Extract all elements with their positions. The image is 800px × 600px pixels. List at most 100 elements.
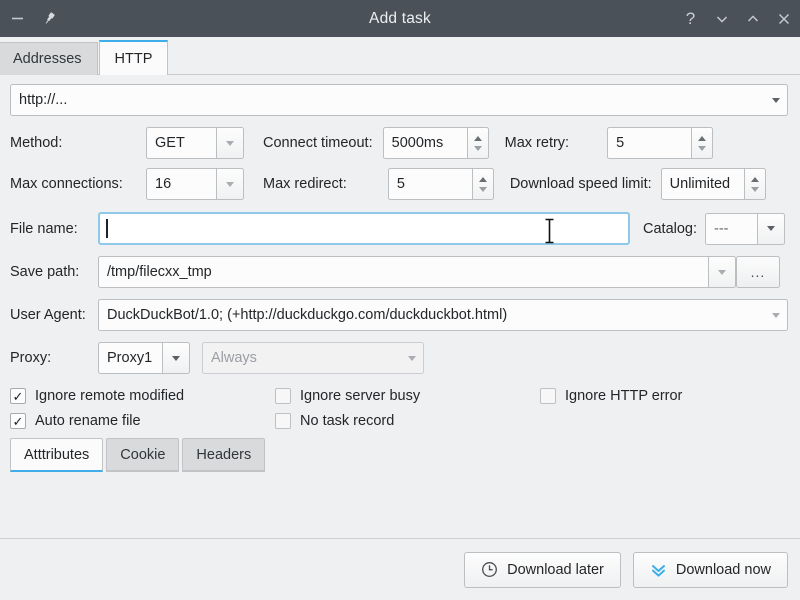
save-path-browse-button[interactable]: ... — [736, 256, 780, 288]
chevron-down-icon[interactable] — [706, 4, 737, 34]
subtab-attributes-label: Atttributes — [24, 447, 89, 463]
method-label: Method: — [10, 135, 146, 151]
help-glyph: ? — [686, 10, 695, 27]
checkbox-label: Ignore HTTP error — [565, 388, 682, 404]
download-speed-limit-spin-buttons[interactable] — [744, 168, 766, 200]
max-retry-spinbox[interactable]: 5 — [607, 127, 713, 159]
max-redirect-spin-buttons[interactable] — [472, 168, 494, 200]
method-value: GET — [146, 127, 216, 159]
titlebar: Add task ? — [0, 0, 800, 37]
max-retry-value[interactable]: 5 — [607, 127, 691, 159]
max-redirect-value[interactable]: 5 — [388, 168, 472, 200]
user-agent-label: User Agent: — [10, 307, 98, 323]
tab-strip: Addresses HTTP — [0, 37, 800, 75]
checkbox-no-task-record[interactable]: No task record — [275, 413, 540, 429]
file-name-label: File name: — [10, 221, 98, 237]
proxy-mode-combobox[interactable]: Always — [202, 342, 426, 374]
proxy-dropdown-arrow[interactable] — [162, 342, 190, 374]
subtab-headers[interactable]: Headers — [182, 438, 265, 472]
proxy-mode-value: Always — [202, 342, 424, 374]
save-path-dropdown-arrow[interactable] — [708, 256, 736, 288]
download-speed-limit-label: Download speed limit: — [510, 176, 652, 192]
catalog-combobox[interactable]: --- — [705, 213, 785, 245]
checkbox-box[interactable] — [540, 388, 556, 404]
download-later-label: Download later — [507, 562, 604, 578]
catalog-value: --- — [705, 213, 757, 245]
catalog-dropdown-arrow[interactable] — [757, 213, 785, 245]
url-dropdown-arrow[interactable] — [762, 84, 790, 116]
max-retry-spin-buttons[interactable] — [691, 127, 713, 159]
tab-addresses-label: Addresses — [13, 51, 82, 67]
add-task-dialog: Add task ? Addresses HTTP — [0, 0, 800, 600]
pin-icon[interactable] — [34, 4, 64, 34]
connect-timeout-spin-buttons[interactable] — [467, 127, 489, 159]
minimize-dash-icon[interactable] — [2, 4, 32, 34]
proxy-row: Proxy: Proxy1 Always — [10, 342, 790, 374]
max-connections-dropdown-arrow[interactable] — [216, 168, 244, 200]
max-redirect-label: Max redirect: — [263, 176, 347, 192]
tab-http[interactable]: HTTP — [99, 40, 169, 75]
method-dropdown-arrow[interactable] — [216, 127, 244, 159]
checkbox-auto-rename-file[interactable]: ✓ Auto rename file — [10, 413, 275, 429]
download-speed-limit-value[interactable]: Unlimited — [661, 168, 744, 200]
sub-tab-strip: Atttributes Cookie Headers — [10, 438, 790, 472]
catalog-label: Catalog: — [643, 221, 697, 237]
download-speed-limit-spinbox[interactable]: Unlimited — [661, 168, 766, 200]
max-redirect-spinbox[interactable]: 5 — [388, 168, 494, 200]
connect-timeout-label: Connect timeout: — [263, 135, 373, 151]
save-path-row: Save path: /tmp/filecxx_tmp ... — [10, 256, 790, 288]
checkbox-box[interactable]: ✓ — [10, 388, 26, 404]
save-path-label: Save path: — [10, 264, 98, 280]
user-agent-combobox[interactable]: DuckDuckBot/1.0; (+http://duckduckgo.com… — [98, 299, 790, 331]
subtab-attributes[interactable]: Atttributes — [10, 438, 103, 472]
save-path-value[interactable]: /tmp/filecxx_tmp — [98, 256, 708, 288]
checkbox-row-2: ✓ Auto rename file No task record — [10, 413, 790, 429]
url-input[interactable]: http://... — [10, 84, 788, 116]
checkbox-ignore-http-error[interactable]: Ignore HTTP error — [540, 388, 682, 404]
help-icon[interactable]: ? — [675, 4, 706, 34]
url-row: http://... — [10, 84, 790, 116]
max-connections-row: Max connections: 16 Max redirect: 5 Down… — [10, 168, 790, 200]
dialog-footer: Download later Download now — [0, 538, 800, 600]
file-name-row: File name: Catalog: --- — [10, 212, 790, 245]
subtab-cookie[interactable]: Cookie — [106, 438, 179, 472]
download-later-button[interactable]: Download later — [464, 552, 621, 588]
proxy-value: Proxy1 — [98, 342, 162, 374]
max-retry-label: Max retry: — [505, 135, 569, 151]
checkbox-box[interactable] — [275, 413, 291, 429]
chevron-up-icon[interactable] — [737, 4, 768, 34]
checkbox-box[interactable] — [275, 388, 291, 404]
connect-timeout-value[interactable]: 5000ms — [383, 127, 467, 159]
proxy-combobox[interactable]: Proxy1 — [98, 342, 190, 374]
proxy-mode-dropdown-arrow[interactable] — [398, 342, 426, 374]
user-agent-value[interactable]: DuckDuckBot/1.0; (+http://duckduckgo.com… — [98, 299, 788, 331]
proxy-label: Proxy: — [10, 350, 98, 366]
checkbox-label: Auto rename file — [35, 413, 141, 429]
checkbox-row-1: ✓ Ignore remote modified Ignore server b… — [10, 388, 790, 404]
checkbox-label: No task record — [300, 413, 394, 429]
file-name-input[interactable] — [98, 212, 630, 245]
method-row: Method: GET Connect timeout: 5000ms Max … — [10, 127, 790, 159]
save-path-combobox[interactable]: /tmp/filecxx_tmp — [98, 256, 736, 288]
download-now-label: Download now — [676, 562, 771, 578]
connect-timeout-spinbox[interactable]: 5000ms — [383, 127, 489, 159]
max-connections-combobox[interactable]: 16 — [146, 168, 244, 200]
checkbox-box[interactable]: ✓ — [10, 413, 26, 429]
tab-addresses[interactable]: Addresses — [0, 42, 98, 75]
checkbox-label: Ignore server busy — [300, 388, 420, 404]
max-connections-value: 16 — [146, 168, 216, 200]
clock-icon — [481, 561, 498, 578]
checkbox-ignore-server-busy[interactable]: Ignore server busy — [275, 388, 540, 404]
url-combobox[interactable]: http://... — [10, 84, 790, 116]
check-mark: ✓ — [13, 390, 24, 403]
user-agent-row: User Agent: DuckDuckBot/1.0; (+http://du… — [10, 299, 790, 331]
close-icon[interactable] — [768, 4, 799, 34]
titlebar-left-buttons — [0, 4, 64, 34]
method-combobox[interactable]: GET — [146, 127, 244, 159]
text-cursor — [106, 219, 108, 238]
http-tab-panel: http://... Method: GET Connect timeout: … — [0, 75, 800, 538]
download-now-button[interactable]: Download now — [633, 552, 788, 588]
checkbox-ignore-remote-modified[interactable]: ✓ Ignore remote modified — [10, 388, 275, 404]
ibeam-mouse-cursor — [544, 218, 555, 244]
user-agent-dropdown-arrow[interactable] — [762, 299, 790, 331]
